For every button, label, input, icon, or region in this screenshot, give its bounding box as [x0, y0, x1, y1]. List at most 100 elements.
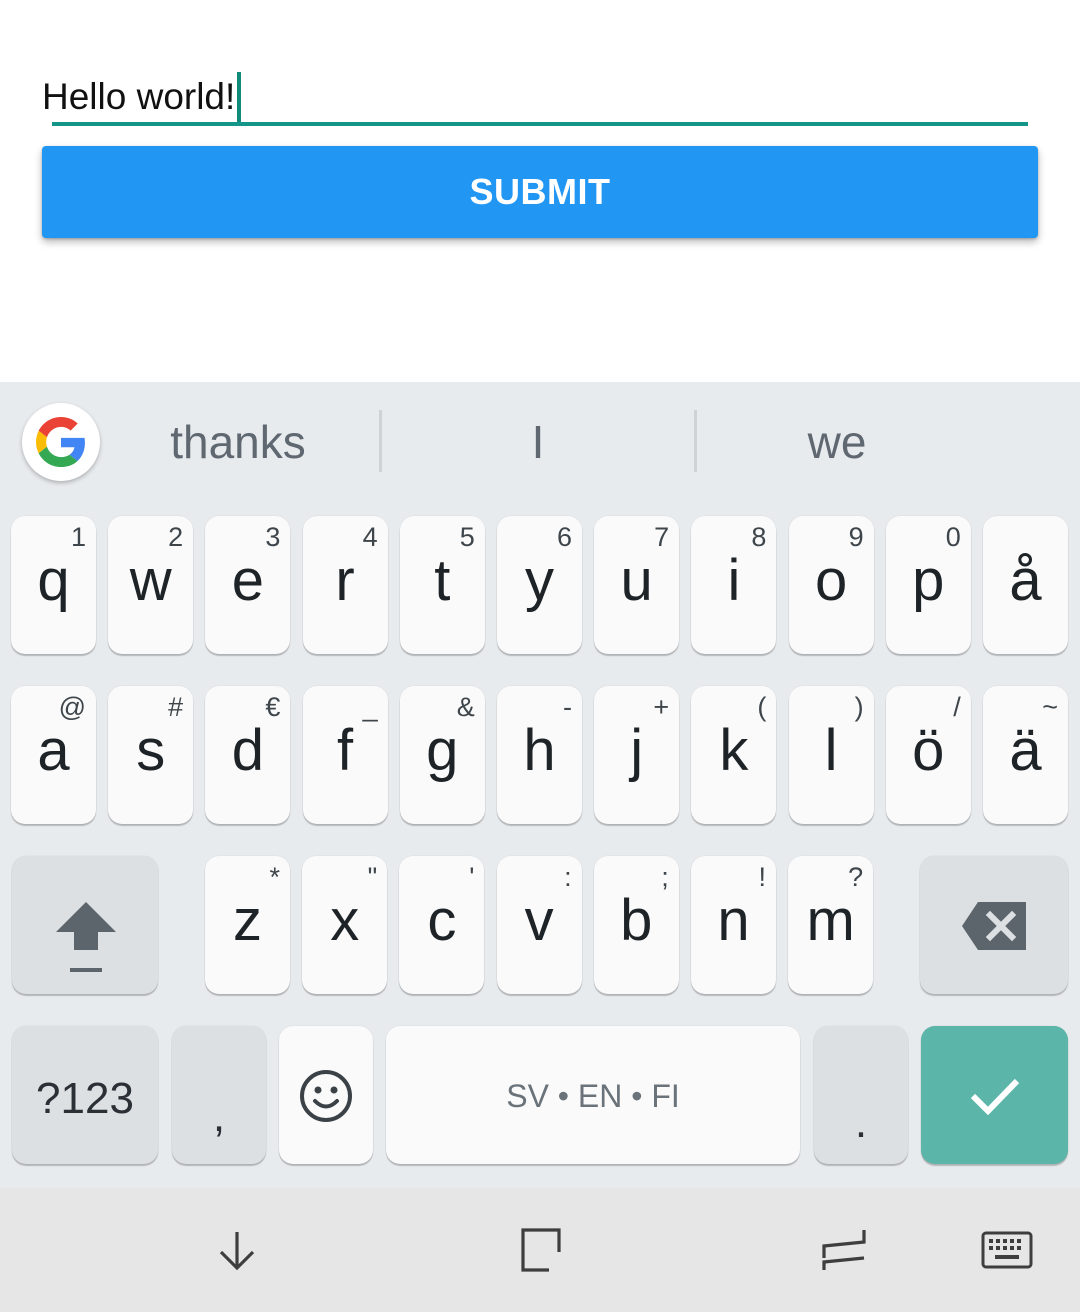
key-label: v: [524, 888, 554, 953]
text-input-value-wrap: Hello world!: [42, 72, 242, 122]
key-label: h: [523, 718, 556, 783]
text-input-underline: [52, 122, 1028, 126]
key-j[interactable]: j +: [594, 686, 680, 824]
key-u[interactable]: u7: [594, 516, 680, 654]
key-hint-label: 3: [265, 522, 281, 552]
key-z[interactable]: z *: [205, 856, 290, 994]
text-input-value: Hello world!: [42, 76, 236, 117]
key-g[interactable]: g &: [399, 686, 485, 824]
key-label: y: [525, 548, 554, 613]
key-hint-label: #: [168, 692, 184, 722]
key-hint-label: -: [563, 692, 572, 722]
key-r[interactable]: r4: [302, 516, 388, 654]
key-hint-label: &: [456, 692, 475, 722]
submit-button[interactable]: SUBMIT: [42, 146, 1038, 238]
comma-key[interactable]: ,: [172, 1026, 266, 1164]
backspace-key[interactable]: [920, 856, 1068, 994]
key-m[interactable]: m?: [788, 856, 874, 994]
soft-keyboard: thanks I we q1w2e3r4t5y6u7i8o9p0å a @ s # d €…: [0, 382, 1080, 1188]
suggestion-divider: [379, 410, 382, 472]
key-hint-label: 1: [70, 522, 86, 552]
key-y[interactable]: y6: [497, 516, 582, 654]
key-hint-label: 9: [848, 522, 864, 552]
key-label: j: [630, 718, 644, 783]
suggestion-strip: thanks I we: [0, 382, 1080, 502]
key-c[interactable]: c ': [399, 856, 485, 994]
key-label: z: [233, 888, 262, 953]
key-b[interactable]: b;: [593, 856, 679, 994]
symbols-key[interactable]: ?123: [12, 1026, 158, 1164]
checkmark-icon: [970, 1078, 1020, 1116]
enter-key[interactable]: [921, 1026, 1068, 1164]
key-label: å: [1009, 548, 1042, 613]
key-hint-label: ?: [848, 862, 864, 892]
key-label: o: [814, 548, 848, 613]
key-å[interactable]: å: [983, 516, 1068, 654]
key-label: m: [806, 888, 855, 953]
key-n[interactable]: n!: [691, 856, 776, 994]
google-g-icon[interactable]: [22, 403, 100, 481]
key-label: p: [912, 548, 945, 613]
key-hint-label: 7: [654, 522, 670, 552]
key-hint-label: @: [58, 692, 86, 722]
key-label: u: [620, 548, 653, 613]
emoji-icon: [300, 1070, 352, 1122]
key-t[interactable]: t5: [399, 516, 485, 654]
key-k[interactable]: k(: [691, 686, 777, 824]
key-label: ö: [912, 718, 945, 783]
key-hint-label: /: [953, 692, 961, 722]
key-a[interactable]: a @: [11, 686, 96, 824]
key-s[interactable]: s #: [108, 686, 194, 824]
key-hint-label: 8: [751, 522, 767, 552]
key-label: q: [37, 548, 70, 613]
hide-keyboard-icon[interactable]: [205, 1218, 269, 1282]
key-ö[interactable]: ö /: [885, 686, 971, 824]
suggestion-divider: [694, 410, 697, 472]
suggestion-1[interactable]: thanks: [110, 410, 366, 474]
space-key-label: SV • EN • FI: [506, 1078, 680, 1114]
key-hint-label: 0: [945, 522, 961, 552]
key-label: g: [426, 718, 459, 783]
key-hint-label: (: [757, 692, 767, 722]
key-x[interactable]: x ": [302, 856, 388, 994]
text-input-field[interactable]: Hello world!: [42, 62, 1028, 128]
key-label: w: [129, 548, 172, 613]
key-d[interactable]: d €: [205, 686, 291, 824]
key-v[interactable]: v:: [496, 856, 582, 994]
key-hint-label: ': [469, 862, 475, 892]
key-l[interactable]: l): [788, 686, 874, 824]
key-label: x: [330, 888, 360, 953]
key-label: f: [337, 718, 354, 783]
text-cursor: [237, 72, 242, 122]
key-label: i: [727, 548, 741, 613]
app-content: Hello world! SUBMIT: [0, 0, 1080, 382]
key-label: t: [434, 548, 451, 613]
period-key-label: .: [854, 1098, 868, 1147]
key-p[interactable]: p0: [885, 516, 971, 654]
recents-icon[interactable]: [507, 1218, 571, 1282]
key-h[interactable]: h-: [497, 686, 582, 824]
symbols-key-label: ?123: [36, 1074, 134, 1123]
keyboard-switch-icon[interactable]: [975, 1218, 1039, 1282]
key-hint-label: 4: [362, 522, 378, 552]
back-icon[interactable]: [810, 1218, 874, 1282]
key-hint-label: ": [367, 862, 378, 892]
key-hint-label: :: [564, 862, 572, 892]
key-label: s: [136, 718, 166, 783]
key-e[interactable]: e3: [205, 516, 291, 654]
key-w[interactable]: w2: [108, 516, 194, 654]
key-o[interactable]: o9: [788, 516, 874, 654]
key-q[interactable]: q1: [11, 516, 96, 654]
period-key[interactable]: .: [814, 1026, 908, 1164]
space-key[interactable]: SV • EN • FI: [386, 1026, 800, 1164]
suggestion-2[interactable]: I: [384, 410, 692, 474]
suggestion-3[interactable]: we: [698, 410, 976, 474]
shift-key[interactable]: [12, 856, 158, 994]
key-label: k: [719, 718, 749, 783]
key-i[interactable]: i8: [691, 516, 777, 654]
key-label: a: [37, 718, 70, 783]
key-f[interactable]: f _: [302, 686, 388, 824]
key-ä[interactable]: ä ~: [983, 686, 1068, 824]
emoji-key[interactable]: [279, 1026, 373, 1164]
key-hint-label: *: [269, 862, 280, 892]
